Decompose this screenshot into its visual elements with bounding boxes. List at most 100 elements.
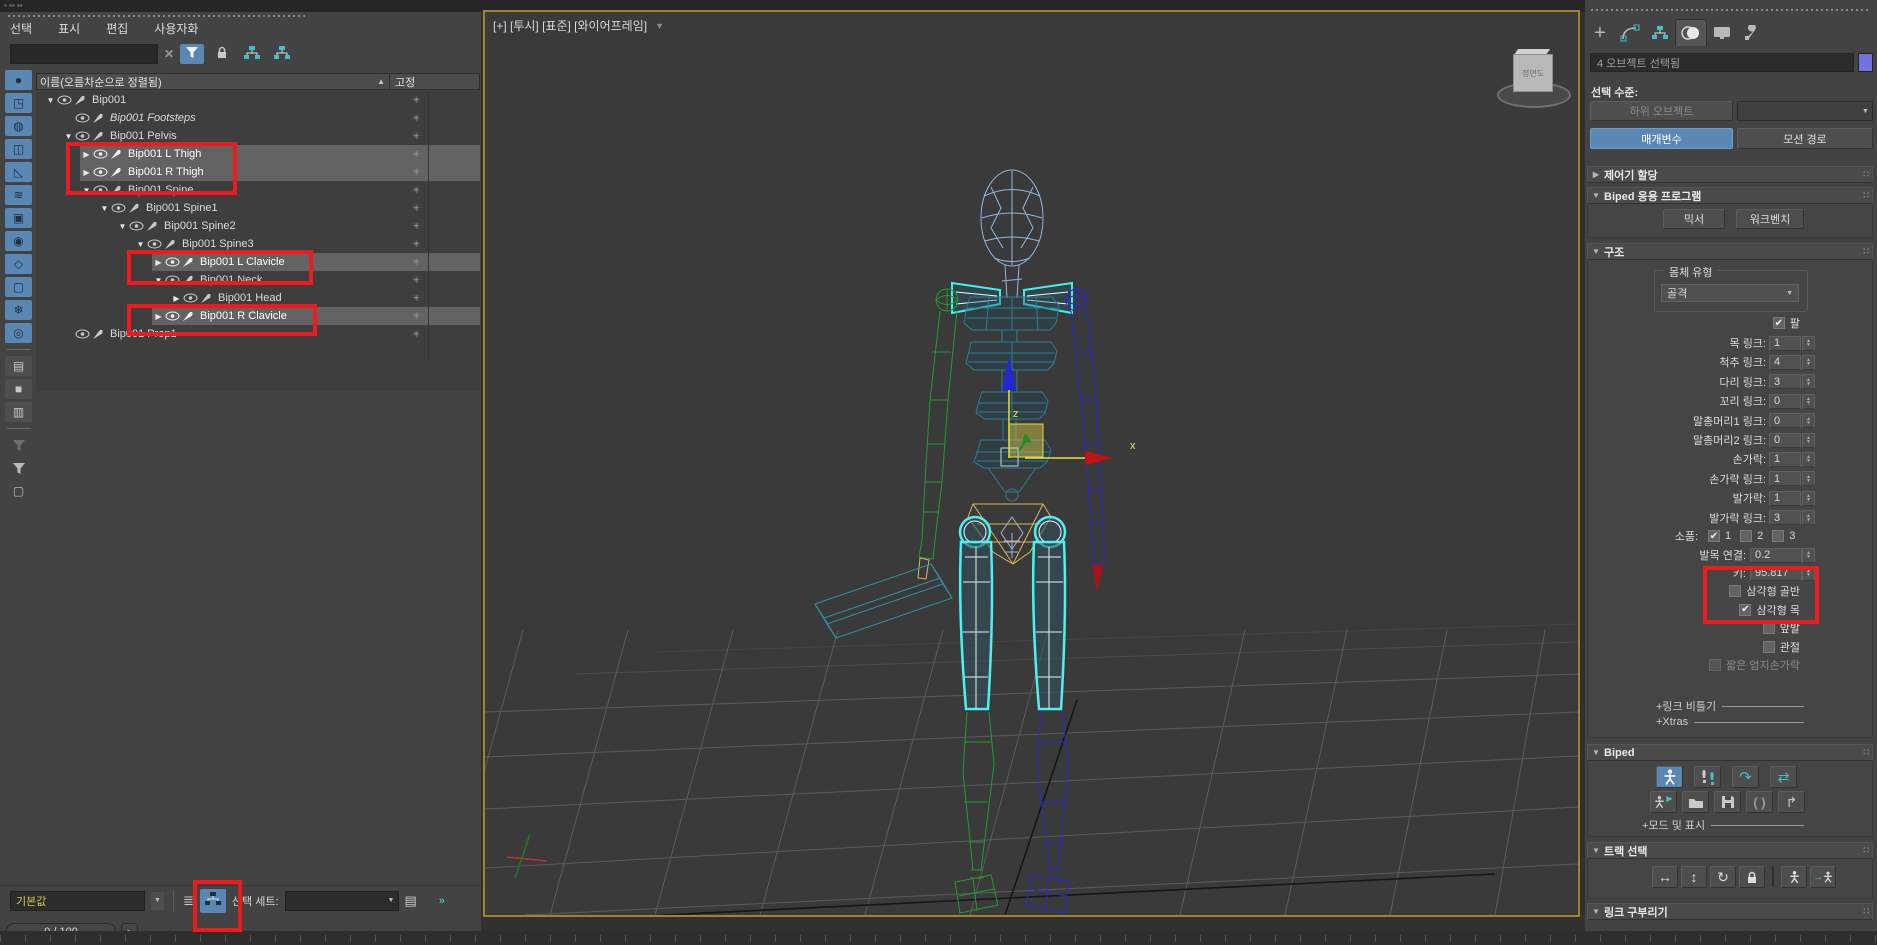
frozen-cell-icon[interactable]: ✳ (412, 293, 420, 304)
cameras-toggle[interactable]: ◫ (5, 139, 32, 159)
spinner-value-field[interactable]: 0 (1769, 394, 1801, 409)
search-input[interactable] (10, 44, 158, 64)
tree-row[interactable]: ▶Bip001 L Thigh✳ (36, 145, 480, 163)
tree-row[interactable]: ▼Bip001 Spine2✳ (36, 217, 480, 235)
tree-row[interactable]: ▼Bip001 Spine1✳ (36, 199, 480, 217)
tree-item-label[interactable]: Bip001 Spine (128, 184, 193, 196)
tree-row[interactable]: ▶ Bip001 Head ✳ (36, 289, 480, 307)
rollout-biped-apps[interactable]: ▼ Biped 응용 프로그램 ∷ (1587, 187, 1873, 204)
tree-item-label[interactable]: Bip001 Head (218, 292, 282, 304)
visibility-eye-icon[interactable] (165, 311, 180, 321)
layers-icon[interactable]: ≣ (183, 893, 194, 909)
figure-mode-button[interactable] (1656, 766, 1683, 788)
pick-pin-icon[interactable] (92, 328, 104, 340)
pick-pin-icon[interactable] (110, 148, 122, 160)
lock-com-keying-button[interactable] (1739, 866, 1765, 888)
option-2-row[interactable]: ✔삼각형 목 (1588, 602, 1800, 618)
frozen-cell-icon[interactable]: ✳ (412, 275, 420, 286)
option-4-row[interactable]: 관절 (1588, 639, 1800, 655)
track-bar-ticks[interactable] (0, 931, 1877, 945)
pick-pin-icon[interactable] (182, 256, 194, 268)
pick-pin-icon[interactable] (128, 202, 140, 214)
modes-display-subrollout[interactable]: +모드 및 표시 (1642, 817, 1804, 833)
edit-named-selections-icon[interactable]: ▤ (405, 893, 417, 909)
expand-arrow-icon[interactable]: ▼ (62, 132, 75, 141)
spinner-value-field[interactable]: 3 (1769, 374, 1801, 389)
option-checkbox[interactable] (1729, 585, 1741, 597)
spinner-arrows[interactable]: ▲▼ (1802, 471, 1815, 486)
tree-item-label[interactable]: Bip001 L Clavicle (200, 256, 285, 268)
visibility-eye-icon[interactable] (111, 203, 126, 213)
spinner-value-field[interactable]: 1 (1769, 336, 1801, 351)
motion-capture-button[interactable]: ↱ (1778, 791, 1805, 813)
bones-toggle[interactable]: ◇ (5, 254, 32, 274)
visibility-eye-icon[interactable] (75, 131, 90, 141)
pick-pin-icon[interactable] (182, 310, 194, 322)
tree-item-label[interactable]: Bip001 Pelvis (110, 130, 177, 142)
body-rotation-button[interactable]: ↻ (1710, 866, 1736, 888)
spinner-arrows[interactable]: ▲▼ (1802, 394, 1815, 409)
prop-3-checkbox[interactable] (1772, 530, 1784, 542)
hierarchy-mode-button[interactable] (200, 889, 226, 913)
mixer-button[interactable]: 믹서 (1663, 209, 1725, 229)
save-file-button[interactable] (1714, 791, 1741, 813)
option-checkbox[interactable] (1763, 641, 1775, 653)
prop-1-option[interactable]: ✔1 (1708, 530, 1731, 542)
tree-row[interactable]: Bip001 Prop1 ✳ (36, 325, 480, 343)
prop-2-option[interactable]: 2 (1740, 530, 1763, 542)
spinner-value-field[interactable]: 4 (1769, 355, 1801, 370)
spacewarps-toggle[interactable]: ≋ (5, 185, 32, 205)
option-checkbox[interactable] (1763, 622, 1775, 634)
pick-pin-icon[interactable] (92, 112, 104, 124)
tree-item-label[interactable]: Bip001 Neck (200, 274, 262, 286)
rollout-structure[interactable]: ▼ 구조 ∷ (1587, 243, 1873, 260)
rollout-track-selection[interactable]: ▼ 트랙 선택 ∷ (1587, 842, 1873, 859)
arms-checkbox[interactable]: ✔ (1773, 317, 1785, 329)
spinner-value-field[interactable]: 1 (1769, 471, 1801, 486)
rollout-assign-controller[interactable]: ▶ 제어기 할당 ∷ (1587, 166, 1873, 183)
visibility-eye-icon[interactable] (93, 185, 108, 195)
parameters-tab[interactable]: 매개변수 (1590, 128, 1733, 149)
menu-display[interactable]: 표시 (58, 20, 80, 37)
move-all-mode-button[interactable]: ▶ (1650, 791, 1677, 813)
visibility-eye-icon[interactable] (183, 293, 198, 303)
spinner-arrows[interactable]: ▲▼ (1802, 491, 1815, 506)
visibility-eye-icon[interactable] (165, 257, 180, 267)
shapes-toggle[interactable]: ◳ (5, 93, 32, 113)
expand-arrow-icon[interactable]: ▼ (134, 240, 147, 249)
rollout-grip-icon[interactable]: ∷ (1863, 169, 1868, 180)
tree-item-label[interactable]: Bip001 Prop1 (110, 328, 177, 340)
object-name-field[interactable]: 4 오브젝트 선택됨 (1590, 53, 1854, 72)
viewport-label[interactable]: [+] [투시] [표준] [와이어프레임] ▼ (493, 17, 664, 34)
detail-list-toggle[interactable]: ▥ (5, 402, 32, 422)
frozen-cell-icon[interactable]: ✳ (412, 239, 420, 250)
pick-pin-icon[interactable] (74, 94, 86, 106)
visibility-eye-icon[interactable] (165, 275, 180, 285)
spinner-value-field[interactable]: 0 (1769, 433, 1801, 448)
sub-object-dropdown[interactable]: ▼ (1737, 101, 1873, 121)
pick-pin-icon[interactable] (146, 220, 158, 232)
spinner-arrows[interactable]: ▲▼ (1802, 374, 1815, 389)
tree-item-label[interactable]: Bip001 R Clavicle (200, 310, 287, 322)
option-checkbox[interactable] (1709, 659, 1721, 671)
motion-flow-mode-button[interactable]: ↷ (1732, 766, 1759, 788)
ankle-attach-field[interactable]: 0.2 (1750, 548, 1802, 563)
tree-item-label[interactable]: Bip001 L Thigh (128, 148, 201, 160)
viewport-filter-icon[interactable]: ▼ (655, 21, 664, 31)
panel-drag-handle[interactable] (8, 14, 308, 18)
expand-tree-button[interactable] (240, 44, 264, 64)
spinner-arrows[interactable]: ▲▼ (1802, 413, 1815, 428)
expand-arrow-icon[interactable]: ▶ (170, 294, 183, 303)
visibility-eye-icon[interactable] (129, 221, 144, 231)
modify-tab[interactable] (1615, 20, 1645, 46)
helpers-toggle[interactable]: ◺ (5, 162, 32, 182)
expand-arrow-icon[interactable]: ▼ (98, 204, 111, 213)
expand-arrow-icon[interactable]: ▶ (152, 258, 165, 267)
prop-1-checkbox[interactable]: ✔ (1708, 530, 1720, 542)
mixer-mode-button[interactable]: ⇄ (1770, 766, 1797, 788)
frozen-cell-icon[interactable]: ✳ (412, 257, 420, 268)
name-column-header[interactable]: 이름(오름차순으로 정렬됨) (37, 74, 377, 90)
viewport-canvas[interactable] (485, 12, 1578, 915)
frozen-cell-icon[interactable]: ✳ (412, 329, 420, 340)
tree-row[interactable]: ▼Bip001✳ (36, 91, 480, 109)
